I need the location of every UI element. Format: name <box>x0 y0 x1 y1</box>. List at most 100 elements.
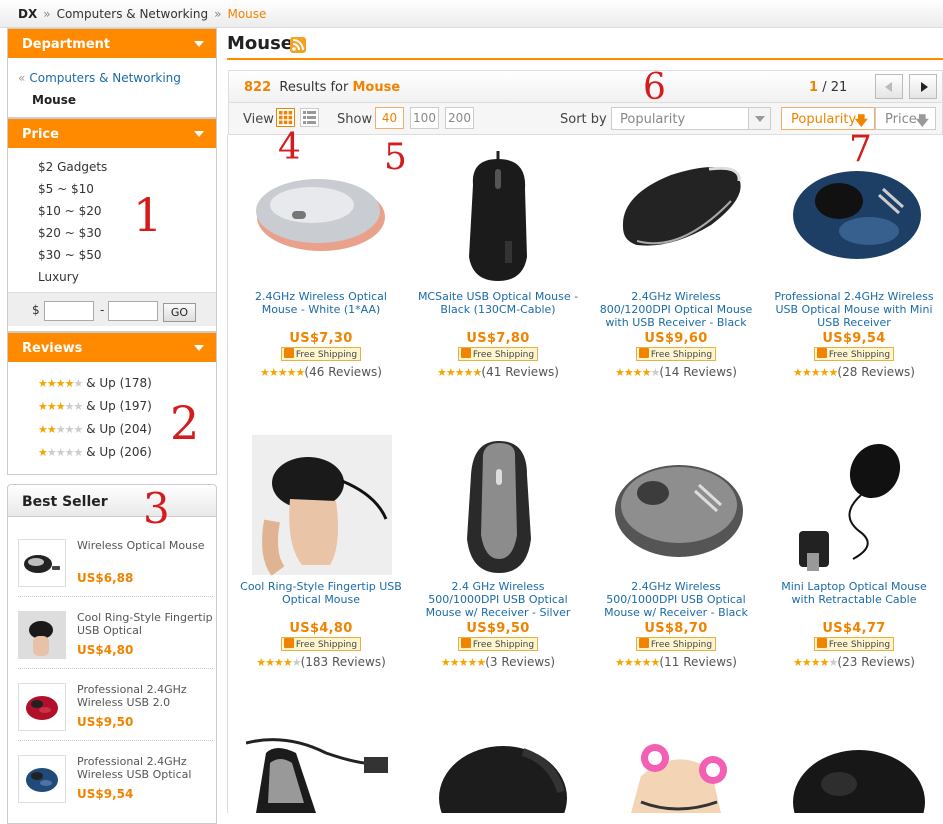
star-rating-icon: ★★★★★ <box>256 656 301 669</box>
review-count[interactable]: (183 Reviews) <box>301 655 386 669</box>
max-price-input[interactable] <box>108 301 158 321</box>
product-image[interactable] <box>246 435 396 580</box>
product-name-link[interactable]: 2.4GHz Wireless 500/1000DPI USB Optical … <box>591 580 761 620</box>
product-thumbnail[interactable] <box>18 539 66 587</box>
product-name-link[interactable]: 2.4GHz Wireless 800/1200DPI Optical Mous… <box>591 290 761 330</box>
star-rating-icon: ★★★★★ <box>793 656 838 669</box>
best-seller-item[interactable]: Professional 2.4GHz Wireless USB Optical… <box>18 743 213 813</box>
product-image[interactable] <box>779 740 929 813</box>
product-image[interactable] <box>246 145 396 290</box>
product-image[interactable] <box>601 145 751 290</box>
product-price: US$9,60 <box>644 331 708 346</box>
show-label: Show <box>337 112 373 127</box>
reviews-header[interactable]: Reviews <box>8 333 216 362</box>
free-shipping-badge: Free Shipping <box>813 347 895 361</box>
best-seller-price: US$9,50 <box>77 715 134 729</box>
product-card[interactable]: 2.4GHz Wireless 500/1000DPI USB Optical … <box>591 435 761 669</box>
product-price: US$8,70 <box>644 621 708 636</box>
product-card[interactable]: 2.4GHz Wireless 800/1200DPI Optical Mous… <box>591 145 761 379</box>
breadcrumb-category-link[interactable]: Computers & Networking <box>57 7 209 21</box>
product-name-link[interactable]: MCSaite USB Optical Mouse - Black (130CM… <box>413 290 583 330</box>
annotation-number: 6 <box>643 67 666 108</box>
product-name-link[interactable]: Mini Laptop Optical Mouse with Retractab… <box>769 580 939 620</box>
show-200-button[interactable]: 200 <box>445 107 474 129</box>
truck-icon <box>460 638 471 648</box>
product-image[interactable] <box>423 145 573 290</box>
department-header[interactable]: Department <box>8 29 216 58</box>
product-card[interactable]: Cool Ring-Style Fingertip USB Optical Mo… <box>236 435 406 669</box>
results-count: 822 <box>244 80 272 95</box>
back-arrow-icon: « <box>18 71 26 85</box>
review-count[interactable]: (11 Reviews) <box>659 655 737 669</box>
review-filter-label: & Up (206) <box>86 445 152 459</box>
free-shipping-badge: Free Shipping <box>635 637 717 651</box>
product-image[interactable] <box>423 435 573 580</box>
next-page-button[interactable] <box>909 74 937 99</box>
price-range-link[interactable]: $2 Gadgets <box>38 160 107 174</box>
show-40-button[interactable]: 40 <box>375 107 404 129</box>
review-count[interactable]: (14 Reviews) <box>659 365 737 379</box>
product-rating: ★★★★★(183 Reviews) <box>236 655 406 669</box>
product-thumbnail[interactable] <box>18 611 66 659</box>
product-thumbnail[interactable] <box>18 755 66 803</box>
product-name-link[interactable]: Professional 2.4GHz Wireless USB Optical… <box>769 290 939 330</box>
best-seller-item[interactable]: Cool Ring-Style Fingertip USB Optical US… <box>18 599 213 669</box>
review-count[interactable]: (23 Reviews) <box>837 655 915 669</box>
product-card[interactable]: Mini Laptop Optical Mouse with Retractab… <box>769 435 939 669</box>
collapse-arrow-icon[interactable] <box>194 345 204 351</box>
review-count[interactable]: (3 Reviews) <box>485 655 555 669</box>
truck-icon <box>638 348 649 358</box>
review-filter-item[interactable]: ★★★★★ & Up (178) <box>38 372 216 395</box>
prev-page-button[interactable] <box>875 74 903 99</box>
product-image[interactable] <box>246 733 396 813</box>
price-go-button[interactable]: GO <box>163 303 196 322</box>
price-header[interactable]: Price <box>8 119 216 148</box>
breadcrumb-home-link[interactable]: DX <box>18 7 37 21</box>
product-name-link[interactable]: 2.4GHz Wireless Optical Mouse - White (1… <box>236 290 406 330</box>
list-view-icon[interactable] <box>300 108 319 127</box>
collapse-arrow-icon[interactable] <box>194 41 204 47</box>
product-image[interactable] <box>779 435 929 580</box>
product-name-link[interactable]: 2.4 GHz Wireless 500/1000DPI USB Optical… <box>413 580 583 620</box>
review-count[interactable]: (28 Reviews) <box>837 365 915 379</box>
product-thumbnail[interactable] <box>18 683 66 731</box>
sort-popularity-button[interactable]: Popularity 🡇 <box>781 107 875 130</box>
product-name-link[interactable]: Cool Ring-Style Fingertip USB Optical Mo… <box>236 580 406 620</box>
chevron-right-icon <box>921 82 928 92</box>
title-divider <box>227 58 943 60</box>
product-card[interactable]: 2.4GHz Wireless Optical Mouse - White (1… <box>236 145 406 379</box>
product-image[interactable] <box>601 435 751 580</box>
best-seller-item[interactable]: Professional 2.4GHz Wireless USB 2.0 US$… <box>18 671 213 741</box>
show-100-button[interactable]: 100 <box>410 107 439 129</box>
grid-view-icon[interactable] <box>276 108 295 127</box>
sort-price-button[interactable]: Price 🡇 <box>875 107 936 130</box>
star-rating-icon: ★★★★★ <box>38 377 83 390</box>
product-card[interactable]: MCSaite USB Optical Mouse - Black (130CM… <box>413 145 583 379</box>
best-seller-name[interactable]: Wireless Optical Mouse <box>77 539 217 552</box>
best-seller-item[interactable]: Wireless Optical Mouse US$6,88 <box>18 527 213 597</box>
min-price-input[interactable] <box>44 301 94 321</box>
best-seller-name[interactable]: Professional 2.4GHz Wireless USB 2.0 <box>77 683 217 709</box>
review-count[interactable]: (41 Reviews) <box>481 365 559 379</box>
sort-select[interactable]: Popularity <box>611 107 771 130</box>
price-range-link[interactable]: $10 ~ $20 <box>38 204 102 218</box>
free-shipping-label: Free Shipping <box>472 350 535 360</box>
review-count[interactable]: (46 Reviews) <box>304 365 382 379</box>
price-range-link[interactable]: $5 ~ $10 <box>38 182 94 196</box>
price-range-link[interactable]: $20 ~ $30 <box>38 226 102 240</box>
rss-icon[interactable] <box>290 37 306 53</box>
price-range-link[interactable]: $30 ~ $50 <box>38 248 102 262</box>
collapse-arrow-icon[interactable] <box>194 131 204 137</box>
best-seller-name[interactable]: Cool Ring-Style Fingertip USB Optical <box>77 611 217 637</box>
results-query: Mouse <box>352 80 401 95</box>
product-price: US$4,77 <box>822 621 886 636</box>
product-card[interactable]: Professional 2.4GHz Wireless USB Optical… <box>769 145 939 379</box>
department-parent-link[interactable]: Computers & Networking <box>29 71 181 85</box>
product-card[interactable]: 2.4 GHz Wireless 500/1000DPI USB Optical… <box>413 435 583 669</box>
price-range-dash: - <box>100 303 105 317</box>
best-seller-name[interactable]: Professional 2.4GHz Wireless USB Optical <box>77 755 217 781</box>
price-range-link[interactable]: Luxury <box>38 270 79 284</box>
product-image[interactable] <box>423 738 573 813</box>
product-image[interactable] <box>601 736 751 813</box>
price-panel: Price $2 Gadgets $5 ~ $10 $10 ~ $20 $20 … <box>7 118 217 332</box>
